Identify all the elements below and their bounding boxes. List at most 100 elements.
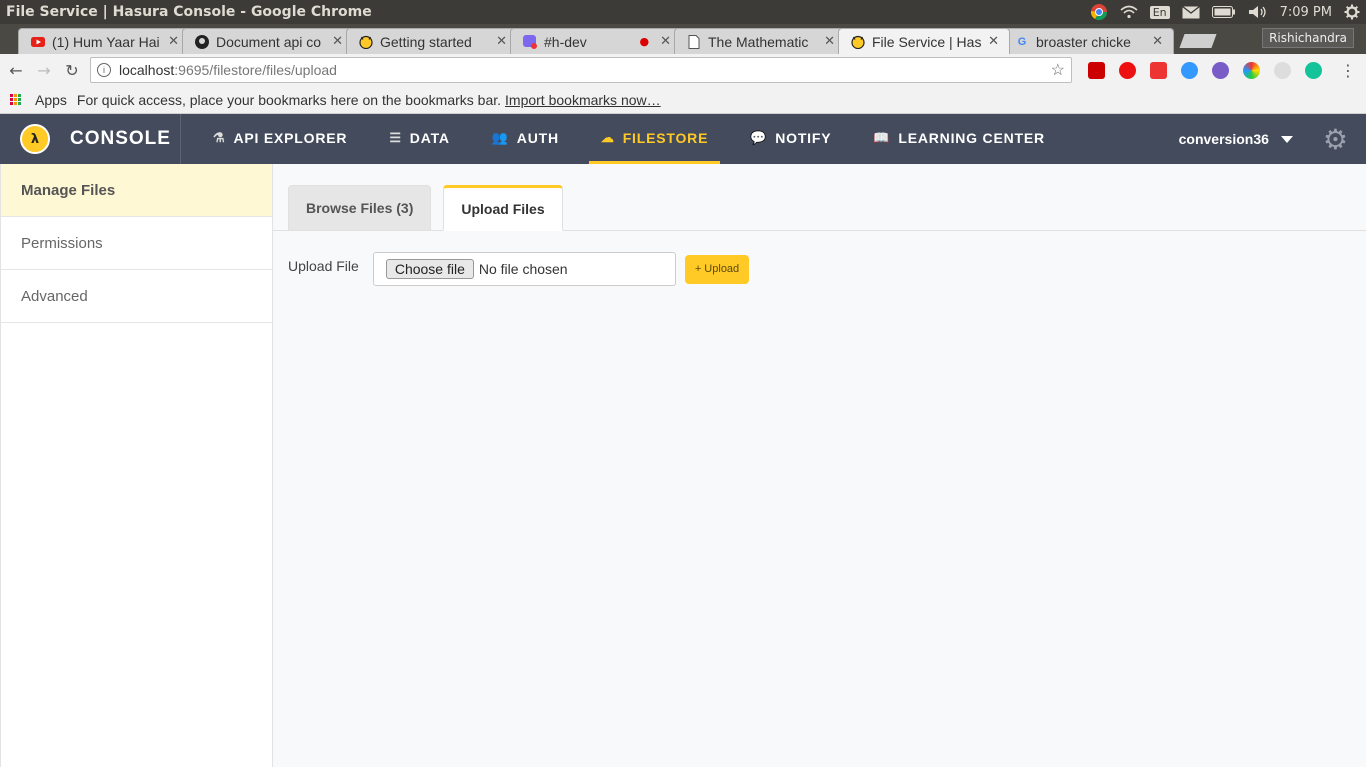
youtube-icon <box>31 35 45 49</box>
nav-label: DATA <box>409 129 450 146</box>
url-host: localhost <box>119 62 175 78</box>
google-icon: G <box>1017 35 1027 48</box>
battery-icon[interactable] <box>1211 6 1236 18</box>
nav-auth[interactable]: 👥 AUTH <box>480 114 571 164</box>
upload-form: Upload File Choose file No file chosen +… <box>273 231 1366 286</box>
new-tab-button[interactable] <box>1179 34 1217 48</box>
colorful-extension-icon[interactable] <box>1243 61 1260 79</box>
content-panel: Browse Files (3) Upload Files Upload Fil… <box>273 164 1366 767</box>
close-icon[interactable]: ✕ <box>660 34 671 49</box>
console-nav: ⚗ API EXPLORER ☰ DATA 👥 AUTH ☁ FILESTORE… <box>201 114 1075 164</box>
nav-right: conversion36 ⚙ <box>1179 123 1366 156</box>
bookmark-star-icon[interactable]: ☆ <box>1051 60 1065 80</box>
flask-icon: ⚗ <box>213 129 226 145</box>
browser-tab[interactable]: #h-dev ● ✕ <box>510 28 682 54</box>
browser-tab[interactable]: G broaster chicke ✕ <box>1002 28 1174 54</box>
sidebar-item-manage-files[interactable]: Manage Files <box>1 164 272 217</box>
close-icon[interactable]: ✕ <box>824 34 835 49</box>
extensions <box>1088 61 1322 79</box>
sidebar: Manage Files Permissions Advanced <box>0 164 273 767</box>
clock[interactable]: 7:09 PM <box>1280 5 1332 20</box>
browser-tab[interactable]: Getting started ✕ <box>346 28 518 54</box>
nav-data[interactable]: ☰ DATA <box>377 114 461 164</box>
purple-extension-icon[interactable] <box>1212 61 1229 79</box>
address-bar[interactable]: i localhost :9695/filestore/files/upload… <box>90 57 1072 83</box>
back-arrow-icon[interactable]: ← <box>6 61 26 80</box>
no-file-chosen-text: No file chosen <box>478 261 568 277</box>
upload-button[interactable]: + Upload <box>684 254 750 284</box>
upload-file-label: Upload File <box>288 258 359 274</box>
nav-label: FILESTORE <box>622 129 709 146</box>
pencil-extension-icon[interactable] <box>1181 61 1198 79</box>
tab-upload-files[interactable]: Upload Files <box>443 185 563 231</box>
book-icon: 📖 <box>873 129 891 145</box>
content-tabs: Browse Files (3) Upload Files <box>273 164 1366 231</box>
nav-api-explorer[interactable]: ⚗ API EXPLORER <box>201 114 359 164</box>
sidebar-item-permissions[interactable]: Permissions <box>1 217 272 270</box>
site-info-icon[interactable]: i <box>97 63 111 77</box>
window-title: File Service | Hasura Console - Google C… <box>6 4 372 20</box>
browser-tab-title: Document api co <box>216 33 322 50</box>
nav-label: API EXPLORER <box>233 129 348 146</box>
gray-extension-icon[interactable] <box>1274 61 1291 79</box>
wifi-icon[interactable] <box>1120 5 1138 19</box>
nav-label: AUTH <box>516 129 559 146</box>
hasura-icon <box>359 35 373 49</box>
chevron-down-icon[interactable] <box>1280 135 1293 143</box>
opera-extension-icon[interactable] <box>1119 61 1136 79</box>
browser-tab[interactable]: (1) Hum Yaar Hai ✕ <box>18 28 190 54</box>
cloud-upload-icon: ☁ <box>600 129 615 145</box>
browser-tab-strip: (1) Hum Yaar Hai ✕ Document api co ✕ Get… <box>0 24 1366 54</box>
browser-tab[interactable]: The Mathematic ✕ <box>674 28 846 54</box>
bookmarks-hint: For quick access, place your bookmarks h… <box>76 91 502 108</box>
cors-extension-icon[interactable] <box>1088 61 1105 79</box>
browser-menu-icon[interactable]: ⋮ <box>1340 61 1356 80</box>
github-icon <box>195 34 209 49</box>
url-path: :9695/filestore/files/upload <box>174 62 337 78</box>
apps-grid-icon[interactable] <box>10 94 21 105</box>
forward-arrow-icon[interactable]: → <box>34 61 54 80</box>
mail-icon[interactable] <box>1181 5 1200 19</box>
import-bookmarks-link[interactable]: Import bookmarks now… <box>505 92 661 108</box>
os-title-bar: File Service | Hasura Console - Google C… <box>0 0 1366 24</box>
main-area: Manage Files Permissions Advanced Browse… <box>0 164 1366 767</box>
hasura-logo-icon: λ <box>20 124 50 154</box>
close-icon[interactable]: ✕ <box>1152 34 1163 49</box>
users-icon: 👥 <box>491 129 509 145</box>
keyboard-language-indicator[interactable]: En <box>1149 5 1170 19</box>
browser-tab[interactable]: Document api co ✕ <box>182 28 354 54</box>
chrome-icon[interactable] <box>1090 3 1108 21</box>
apps-link[interactable]: Apps <box>35 92 67 108</box>
reload-icon[interactable]: ↻ <box>62 61 82 80</box>
tab-browse-files[interactable]: Browse Files (3) <box>288 185 432 231</box>
browser-tab-title: File Service | Has <box>872 33 982 50</box>
todoist-extension-icon[interactable] <box>1150 61 1167 79</box>
settings-cog-icon[interactable] <box>1344 4 1360 20</box>
console-brand[interactable]: λ CONSOLE <box>0 114 181 164</box>
close-icon[interactable]: ✕ <box>168 34 179 49</box>
browser-tab-title: The Mathematic <box>708 33 809 50</box>
close-icon[interactable]: ✕ <box>496 34 507 49</box>
browser-tab-active[interactable]: File Service | Has ✕ <box>838 28 1010 54</box>
close-icon[interactable]: ✕ <box>988 34 999 49</box>
nav-label: NOTIFY <box>775 129 832 146</box>
nav-notify[interactable]: 💬 NOTIFY <box>738 114 843 164</box>
console-navbar: λ CONSOLE ⚗ API EXPLORER ☰ DATA 👥 AUTH ☁… <box>0 114 1366 164</box>
profile-button[interactable]: Rishichandra <box>1262 28 1354 48</box>
choose-file-button[interactable]: Choose file <box>385 259 474 279</box>
close-icon[interactable]: ✕ <box>332 34 343 49</box>
recording-indicator-icon: ● <box>639 35 650 48</box>
file-input[interactable]: Choose file No file chosen <box>372 252 676 286</box>
nav-learning-center[interactable]: 📖 LEARNING CENTER <box>861 114 1057 164</box>
project-name[interactable]: conversion36 <box>1179 131 1269 147</box>
gear-icon[interactable]: ⚙ <box>1323 123 1348 156</box>
hasura-icon <box>851 35 865 49</box>
page-icon <box>687 34 701 49</box>
brand-text: CONSOLE <box>70 128 171 149</box>
nav-filestore[interactable]: ☁ FILESTORE <box>588 114 721 164</box>
volume-icon[interactable] <box>1248 5 1268 19</box>
chat-icon <box>523 34 537 49</box>
sidebar-item-advanced[interactable]: Advanced <box>1 270 272 323</box>
browser-tab-title: broaster chicke <box>1036 33 1131 50</box>
grammarly-icon[interactable] <box>1305 61 1322 79</box>
